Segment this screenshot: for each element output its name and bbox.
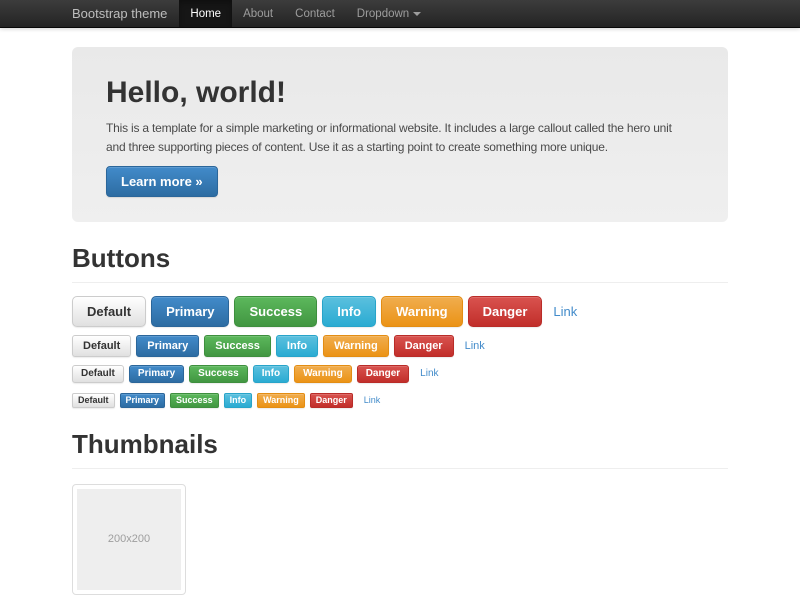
- button-warning-medium[interactable]: Warning: [323, 335, 389, 357]
- button-success-large[interactable]: Success: [234, 296, 317, 327]
- button-row-small: Default Primary Success Info Warning Dan…: [72, 365, 728, 383]
- button-success-xsmall[interactable]: Success: [170, 393, 219, 408]
- button-row-xsmall: Default Primary Success Info Warning Dan…: [72, 393, 728, 408]
- section-divider: [72, 282, 728, 283]
- button-success-small[interactable]: Success: [189, 365, 248, 383]
- button-warning-large[interactable]: Warning: [381, 296, 463, 327]
- button-warning-small[interactable]: Warning: [294, 365, 352, 383]
- button-warning-xsmall[interactable]: Warning: [257, 393, 305, 408]
- button-default-xsmall[interactable]: Default: [72, 393, 115, 408]
- thumbnail[interactable]: 200x200: [72, 484, 186, 595]
- button-primary-small[interactable]: Primary: [129, 365, 184, 383]
- button-danger-large[interactable]: Danger: [468, 296, 543, 327]
- learn-more-button[interactable]: Learn more »: [106, 166, 218, 197]
- link-button-large[interactable]: Link: [553, 297, 577, 326]
- button-default-medium[interactable]: Default: [72, 335, 131, 357]
- hero-body-line1: This is a template for a simple marketin…: [106, 119, 710, 138]
- button-danger-medium[interactable]: Danger: [394, 335, 454, 357]
- section-divider: [72, 468, 728, 469]
- button-default-large[interactable]: Default: [72, 296, 146, 327]
- buttons-section: Buttons Default Primary Success Info War…: [72, 244, 728, 408]
- hero-unit: Hello, world! This is a template for a s…: [72, 47, 728, 222]
- nav-item-dropdown-label: Dropdown: [357, 0, 409, 28]
- placeholder-image: 200x200: [77, 489, 181, 590]
- caret-down-icon: [413, 12, 421, 16]
- placeholder-image-label: 200x200: [108, 533, 150, 545]
- button-info-xsmall[interactable]: Info: [224, 393, 253, 408]
- button-danger-xsmall[interactable]: Danger: [310, 393, 353, 408]
- button-primary-large[interactable]: Primary: [151, 296, 229, 327]
- button-info-medium[interactable]: Info: [276, 335, 318, 357]
- navbar: Bootstrap theme Home About Contact Dropd…: [0, 0, 800, 28]
- hero-body-line2: and three supporting pieces of content. …: [106, 138, 710, 157]
- thumbnails-section-title: Thumbnails: [72, 430, 728, 460]
- button-info-small[interactable]: Info: [253, 365, 289, 383]
- buttons-section-title: Buttons: [72, 244, 728, 274]
- button-default-small[interactable]: Default: [72, 365, 124, 383]
- nav-item-home[interactable]: Home: [179, 0, 232, 27]
- button-row-default: Default Primary Success Info Warning Dan…: [72, 335, 728, 357]
- button-primary-medium[interactable]: Primary: [136, 335, 199, 357]
- nav-item-dropdown[interactable]: Dropdown: [346, 0, 432, 27]
- page: Bootstrap theme Home About Contact Dropd…: [0, 0, 800, 600]
- nav-item-about[interactable]: About: [232, 0, 284, 27]
- button-info-large[interactable]: Info: [322, 296, 376, 327]
- nav-item-contact[interactable]: Contact: [284, 0, 346, 27]
- link-button-small[interactable]: Link: [420, 366, 438, 382]
- button-primary-xsmall[interactable]: Primary: [120, 393, 166, 408]
- thumbnails-section: Thumbnails 200x200: [72, 430, 728, 595]
- navbar-brand[interactable]: Bootstrap theme: [72, 0, 167, 27]
- button-row-large: Default Primary Success Info Warning Dan…: [72, 296, 728, 327]
- link-button-medium[interactable]: Link: [465, 336, 485, 356]
- hero-title: Hello, world!: [106, 75, 710, 111]
- button-danger-small[interactable]: Danger: [357, 365, 409, 383]
- link-button-xsmall[interactable]: Link: [364, 394, 381, 407]
- button-success-medium[interactable]: Success: [204, 335, 271, 357]
